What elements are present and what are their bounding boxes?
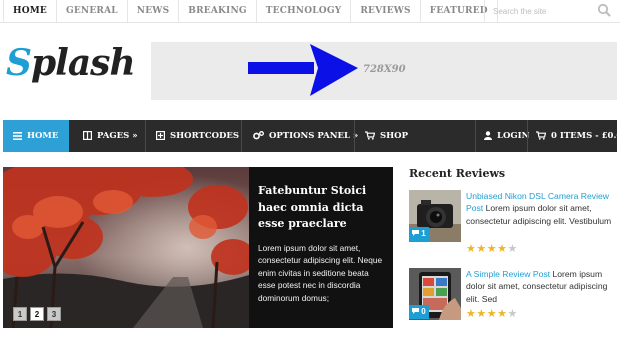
featured-slider[interactable]: Fatebuntur Stoici haec omnia dicta esse … [3, 167, 393, 328]
slider-page-3[interactable]: 3 [47, 307, 61, 321]
star-icon: ★ [466, 308, 477, 320]
nav-shop-label: SHOP [380, 131, 408, 141]
review-title-link[interactable]: A Simple Review Post [466, 269, 550, 279]
slider-page-2[interactable]: 2 [30, 307, 44, 321]
star-empty-icon: ★ [507, 308, 518, 320]
nav-pages[interactable]: PAGES » [83, 120, 138, 152]
recent-reviews-heading: Recent Reviews [409, 167, 506, 180]
nav-home[interactable]: HOME [3, 120, 69, 152]
star-icon: ★ [497, 308, 508, 320]
nav-login-label: LOGIN [497, 131, 530, 141]
ad-size-label: 728X90 [363, 64, 406, 75]
cart-icon [536, 131, 546, 140]
slider-pagination: 1 2 3 [13, 307, 64, 321]
nav-home-label: HOME [27, 131, 59, 141]
topnav-item-news[interactable]: NEWS [128, 0, 180, 22]
topnav-item-technology[interactable]: TECHNOLOGY [257, 0, 352, 22]
user-icon [484, 131, 492, 140]
nav-options-panel-label: OPTIONS PANEL [269, 131, 350, 141]
review-thumbnail[interactable]: 0 [409, 268, 461, 320]
topnav-item-breaking[interactable]: BREAKING [179, 0, 257, 22]
site-logo[interactable]: Splash [6, 42, 136, 84]
plus-square-icon [156, 131, 165, 140]
comment-count: 1 [421, 229, 426, 238]
nav-shop[interactable]: SHOP [365, 120, 408, 152]
ad-banner[interactable]: 728X90 [151, 42, 617, 100]
comment-count-badge[interactable]: 1 [409, 227, 429, 241]
star-icon: ★ [466, 243, 477, 255]
nav-shortcodes-label: SHORTCODES [170, 131, 239, 141]
star-icon: ★ [476, 308, 487, 320]
logo-first-letter: S [6, 42, 32, 84]
comment-icon [412, 230, 419, 236]
slide-image[interactable] [3, 167, 249, 328]
slide-caption: Fatebuntur Stoici haec omnia dicta esse … [249, 167, 393, 328]
main-navigation: HOME PAGES » SHORTCODES OPTIONS PANEL » … [3, 120, 620, 152]
search-box [484, 0, 620, 22]
columns-icon [83, 131, 92, 140]
cogs-icon [253, 131, 264, 140]
review-excerpt: Lorem ipsum dolor sit amet, consectetur … [466, 203, 612, 226]
search-icon[interactable] [597, 3, 611, 17]
nav-cart[interactable]: 0 ITEMS - £0.00 [536, 120, 620, 152]
star-half-icon: ★ [507, 243, 518, 255]
comment-icon [412, 308, 419, 314]
topnav-item-general[interactable]: GENERAL [57, 0, 128, 22]
pointer-arrow-icon [248, 44, 358, 96]
top-navigation: HOME GENERAL NEWS BREAKING TECHNOLOGY RE… [3, 0, 498, 22]
topnav-item-reviews[interactable]: REVIEWS [351, 0, 421, 22]
nav-login[interactable]: LOGIN [484, 120, 529, 152]
comment-count-badge[interactable]: 0 [409, 305, 429, 319]
slider-page-1[interactable]: 1 [13, 307, 27, 321]
nav-cart-label: 0 ITEMS - £0.00 [551, 131, 620, 141]
rating-stars: ★★★★★ [466, 308, 518, 320]
comment-count: 0 [421, 307, 426, 316]
nav-pages-label: PAGES [97, 131, 130, 141]
chevron-right-icon: » [129, 131, 138, 141]
menu-icon [13, 131, 22, 140]
logo-rest: plash [31, 42, 136, 84]
search-input[interactable] [493, 4, 593, 18]
review-thumbnail[interactable]: 1 [409, 190, 461, 242]
top-bar: HOME GENERAL NEWS BREAKING TECHNOLOGY RE… [0, 0, 620, 23]
nav-options-panel[interactable]: OPTIONS PANEL » [253, 120, 358, 152]
slide-title[interactable]: Fatebuntur Stoici haec omnia dicta esse … [258, 183, 385, 233]
nav-shortcodes[interactable]: SHORTCODES [156, 120, 239, 152]
review-text: A Simple Review Post Lorem ipsum dolor s… [466, 268, 619, 305]
star-icon: ★ [486, 243, 498, 255]
star-icon: ★ [497, 243, 508, 255]
star-icon: ★ [486, 308, 498, 320]
rating-stars: ★★★★★ [466, 243, 518, 255]
review-text: Unbiased Nikon DSL Camera Review Post Lo… [466, 190, 619, 227]
star-icon: ★ [476, 243, 487, 255]
slide-excerpt: Lorem ipsum dolor sit amet, consectetur … [258, 242, 383, 303]
cart-icon [365, 131, 375, 140]
topnav-item-home[interactable]: HOME [3, 0, 57, 22]
